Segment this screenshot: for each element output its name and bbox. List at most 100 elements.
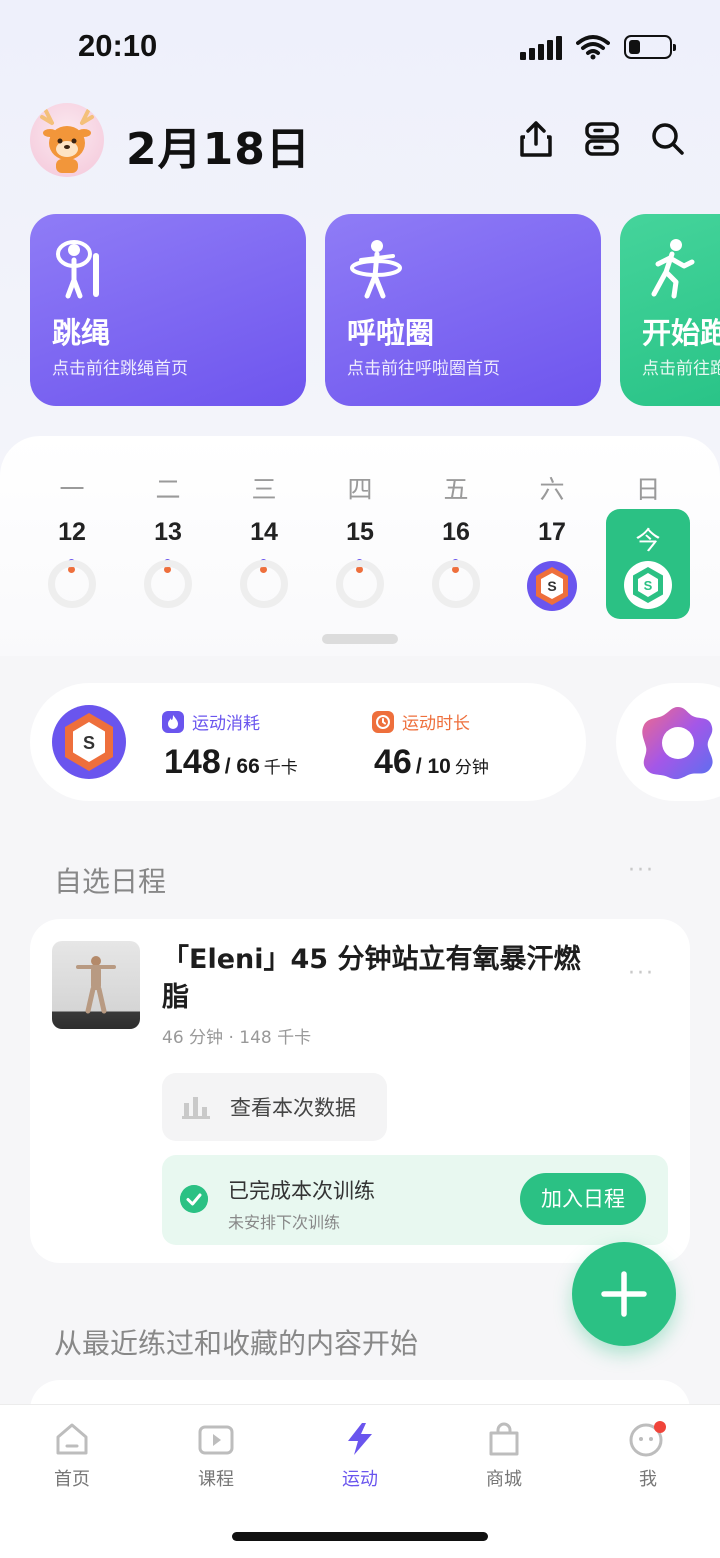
completed-badge-icon: S (527, 561, 577, 611)
add-to-schedule-button[interactable]: 加入日程 (520, 1173, 646, 1225)
hula-hoop-icon (350, 240, 402, 299)
calories-amount: 148 (164, 743, 221, 781)
battery-level (629, 40, 640, 54)
week-calendar: 一 二 三 四 五 六 日 12 13 14 15 16 17 S 今 S (0, 436, 720, 656)
today-badge-icon: S (624, 561, 672, 609)
drag-handle[interactable] (322, 634, 398, 644)
view-data-label: 查看本次数据 (230, 1096, 356, 1120)
shop-bag-icon (489, 1422, 519, 1456)
flame-icon (162, 710, 184, 733)
calendar-day[interactable]: 14 (216, 436, 312, 626)
day-number: 16 (442, 518, 470, 546)
tab-profile[interactable]: 我 (598, 1421, 698, 1491)
avatar[interactable] (30, 103, 104, 177)
tab-home[interactable]: 首页 (22, 1421, 122, 1491)
trainer-figure-icon (76, 956, 116, 1014)
notification-dot (654, 1421, 666, 1433)
header: 2月18日 (30, 103, 690, 179)
progress-ring (336, 560, 384, 608)
day-number: 15 (346, 518, 374, 546)
progress-ring (432, 560, 480, 608)
completion-subtitle: 未安排下次训练 (228, 1213, 341, 1232)
status-time: 20:10 (78, 28, 158, 63)
home-indicator[interactable] (232, 1532, 488, 1541)
jump-rope-icon (56, 240, 99, 299)
calendar-day[interactable]: 15 (312, 436, 408, 626)
cellular-signal-icon (520, 34, 562, 60)
course-icon (198, 1425, 234, 1455)
calendar-day[interactable]: 13 (120, 436, 216, 626)
search-icon[interactable] (648, 119, 688, 159)
tab-label: 首页 (54, 1469, 90, 1490)
sport-cards-carousel[interactable]: 跳绳 点击前往跳绳首页 呼啦圈 点击前往呼啦圈首页 开始跑 点击前往跑 (30, 214, 720, 406)
page-title-date: 2月18日 (126, 124, 311, 175)
tab-shop[interactable]: 商城 (454, 1421, 554, 1491)
completion-title: 已完成本次训练 (228, 1179, 375, 1203)
card-hula-hoop[interactable]: 呼啦圈 点击前往呼啦圈首页 (325, 214, 601, 406)
share-icon[interactable] (516, 119, 556, 159)
schedule-card[interactable]: 「Eleni」45 分钟站立有氧暴汗燃脂 ··· 46 分钟 · 148 千卡 … (30, 919, 690, 1263)
lightning-icon (348, 1423, 372, 1455)
completion-banner: 已完成本次训练 未安排下次训练 加入日程 (162, 1155, 668, 1245)
card-jump-rope[interactable]: 跳绳 点击前往跳绳首页 (30, 214, 306, 406)
card-title: 呼啦圈 (347, 316, 435, 350)
duration-amount: 46 (374, 743, 412, 781)
day-number: 14 (250, 518, 278, 546)
workout-thumbnail (52, 941, 140, 1029)
view-data-button[interactable]: 查看本次数据 (162, 1073, 387, 1141)
wifi-icon (576, 35, 610, 60)
weekday-label: 日 (635, 475, 661, 504)
recent-section-title: 从最近练过和收藏的内容开始 (54, 1327, 419, 1360)
calendar-day[interactable]: 16 (408, 436, 504, 626)
duration-label-text: 运动时长 (402, 714, 470, 734)
workout-meta: 46 分钟 · 148 千卡 (162, 1028, 312, 1048)
card-subtitle: 点击前往呼啦圈首页 (347, 359, 500, 379)
day-number: 13 (154, 518, 182, 546)
workout-more-button[interactable]: ··· (628, 961, 655, 986)
calories-goal: / 66 (224, 755, 260, 778)
plus-icon (601, 1271, 647, 1317)
tab-label: 运动 (342, 1469, 378, 1490)
duration-value: 46/ 10 分钟 (374, 743, 489, 782)
battery-icon (624, 35, 676, 59)
progress-ring (144, 560, 192, 608)
clock-icon (372, 710, 394, 733)
tab-sport[interactable]: 运动 (310, 1421, 410, 1491)
deer-mascot-icon (40, 109, 94, 173)
svg-text:S: S (644, 578, 653, 593)
card-title: 开始跑 (642, 316, 720, 350)
tab-label: 商城 (486, 1469, 522, 1490)
check-circle-icon (180, 1185, 208, 1213)
status-icons (520, 34, 676, 60)
achievement-card[interactable] (616, 683, 720, 801)
status-bar: 20:10 (0, 0, 720, 95)
calories-value: 148/ 66 千卡 (164, 743, 298, 782)
duration-unit: 分钟 (454, 758, 489, 778)
add-fab-button[interactable] (572, 1242, 676, 1346)
daily-badge-icon: S (52, 705, 126, 779)
home-icon (56, 1423, 88, 1455)
calendar-day[interactable]: 17 S (504, 436, 600, 626)
daily-stats-card[interactable]: S 运动消耗 148/ 66 千卡 运动时长 46/ 10 分钟 (30, 683, 586, 801)
tab-label: 我 (639, 1469, 657, 1490)
tab-course[interactable]: 课程 (166, 1421, 266, 1491)
device-icon[interactable] (582, 119, 622, 159)
card-subtitle: 点击前往跑 (642, 359, 720, 379)
calendar-today[interactable]: 今 S (606, 509, 690, 619)
duration-label: 运动时长 (372, 709, 470, 734)
schedule-more-button[interactable]: ··· (628, 858, 655, 883)
duration-goal: / 10 (415, 755, 451, 778)
progress-ring (48, 560, 96, 608)
profile-icon (629, 1421, 666, 1457)
calories-label-text: 运动消耗 (192, 714, 260, 734)
day-number: 12 (58, 518, 86, 546)
tab-label: 课程 (198, 1469, 234, 1490)
achievement-flower-icon (642, 707, 713, 780)
badge-letter: S (83, 733, 95, 753)
calendar-day[interactable]: 12 (24, 436, 120, 626)
calories-unit: 千卡 (263, 758, 298, 778)
running-icon (651, 239, 695, 299)
workout-title[interactable]: 「Eleni」45 分钟站立有氧暴汗燃脂 (162, 941, 602, 1017)
card-running[interactable]: 开始跑 点击前往跑 (620, 214, 720, 406)
svg-text:S: S (547, 578, 556, 594)
